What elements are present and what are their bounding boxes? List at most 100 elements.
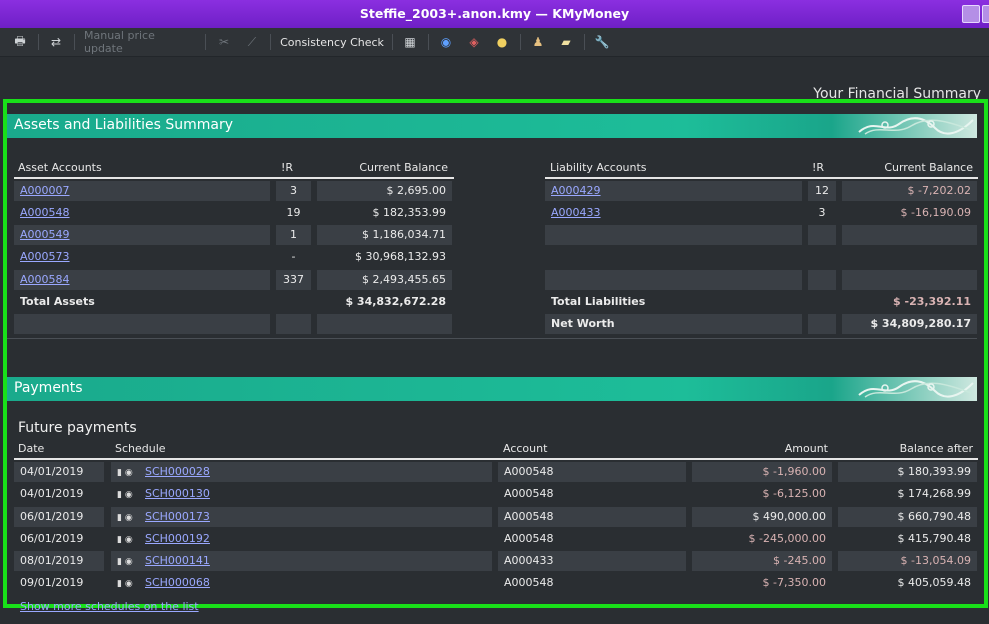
asset-row-ir: - — [291, 250, 296, 263]
total-assets-value: $ 34,832,672.28 — [345, 295, 446, 308]
asset-accounts-header: Asset Accounts — [18, 161, 102, 174]
asset-row-name[interactable]: A000007 — [14, 181, 270, 201]
payments-section-title: Payments — [14, 380, 83, 396]
asset-row-balance: $ 1,186,034.71 — [317, 225, 452, 245]
settings-icon[interactable]: 🔧 — [592, 32, 612, 52]
ornament-icon — [858, 117, 974, 135]
total-liabilities-value: $ -23,392.11 — [893, 295, 971, 308]
schedule-type-icon: ▮ ◉ — [117, 557, 133, 567]
total-assets-label: Total Assets — [20, 295, 95, 308]
asset-row-name[interactable]: A000584 — [14, 270, 270, 290]
empty-cell — [545, 270, 802, 290]
security-icon[interactable]: ◈ — [464, 32, 484, 52]
net-worth-value: $ 34,809,280.17 — [842, 314, 977, 334]
currency-icon[interactable]: ◉ — [436, 32, 456, 52]
account-header: Account — [503, 442, 548, 455]
liability-header-divider — [545, 177, 978, 179]
liability-ir-header: !R — [812, 161, 825, 174]
maximize-button[interactable] — [982, 5, 989, 23]
assets-section-title: Assets and Liabilities Summary — [14, 117, 234, 133]
payee-icon[interactable]: ♟ — [528, 32, 548, 52]
payment-row-schedule[interactable]: ▮ ◉ SCH000068 — [111, 573, 492, 593]
empty-cell — [842, 270, 977, 290]
payment-row-date: 04/01/2019 — [14, 462, 104, 482]
asset-row-name[interactable]: A000548 — [14, 203, 270, 223]
asset-ir-header: !R — [281, 161, 294, 174]
calculator-icon[interactable]: ▦ — [400, 32, 420, 52]
manual-price-update-button[interactable]: Manual price update — [84, 29, 196, 55]
asset-row-balance: $ 2,695.00 — [317, 181, 452, 201]
asset-row-balance: $ 2,493,455.65 — [317, 270, 452, 290]
payment-row-account: A000548 — [504, 532, 554, 545]
schedule-type-icon: ▮ ◉ — [117, 468, 133, 478]
split-icon[interactable]: ✂ — [214, 32, 234, 52]
chart-icon[interactable]: ⟋ — [242, 32, 262, 52]
payment-row-amount: $ 490,000.00 — [692, 507, 832, 527]
liability-accounts-header: Liability Accounts — [550, 161, 647, 174]
payment-row-account: A000548 — [504, 576, 554, 589]
payment-row-schedule[interactable]: ▮ ◉ SCH000130 — [111, 484, 492, 504]
search-icon[interactable]: ● — [492, 32, 512, 52]
payment-row-balance: $ 415,790.48 — [897, 532, 971, 545]
total-liabilities-label: Total Liabilities — [551, 295, 646, 308]
payment-row-schedule[interactable]: ▮ ◉ SCH000141 — [111, 551, 492, 571]
asset-row-ir: 3 — [276, 181, 311, 201]
liability-row-balance: $ -16,190.09 — [900, 206, 971, 219]
update-prices-icon[interactable]: ⇄ — [46, 32, 66, 52]
payment-row-balance: $ 405,059.48 — [897, 576, 971, 589]
ornament-icon — [858, 380, 974, 398]
net-worth-label: Net Worth — [545, 314, 802, 334]
toolbar-separator — [392, 34, 393, 50]
empty-cell — [545, 225, 802, 245]
toolbar-separator — [520, 34, 521, 50]
liability-row-name[interactable]: A000433 — [545, 203, 802, 223]
payment-row-amount: $ -245.00 — [692, 551, 832, 571]
title-bar: Steffie_2003+.anon.kmy — KMyMoney — [0, 0, 989, 29]
liability-row-ir: 12 — [808, 181, 836, 201]
asset-row-ir: 337 — [276, 270, 311, 290]
edit-icon[interactable]: ▰ — [556, 32, 576, 52]
payment-row-account: A000548 — [498, 507, 686, 527]
toolbar-separator — [270, 34, 271, 50]
balance-after-header: Balance after — [899, 442, 973, 455]
toolbar-separator — [428, 34, 429, 50]
window-title: Steffie_2003+.anon.kmy — KMyMoney — [359, 6, 630, 21]
future-payments-title: Future payments — [18, 420, 137, 436]
liability-row-ir: 3 — [818, 206, 826, 219]
assets-section-header: Assets and Liabilities Summary — [7, 114, 977, 138]
payments-section-header: Payments — [7, 377, 977, 401]
payment-row-date: 09/01/2019 — [20, 576, 84, 589]
print-icon[interactable]: 🖶 — [10, 32, 30, 52]
toolbar-separator — [74, 34, 75, 50]
payment-row-date: 08/01/2019 — [14, 551, 104, 571]
payment-row-schedule[interactable]: ▮ ◉ SCH000028 — [111, 462, 492, 482]
empty-cell — [842, 225, 977, 245]
asset-row-name[interactable]: A000549 — [14, 225, 270, 245]
asset-row-name[interactable]: A000573 — [14, 247, 270, 267]
empty-cell — [808, 314, 836, 334]
payment-row-amount: $ -245,000.00 — [748, 532, 826, 545]
asset-row-ir: 1 — [276, 225, 311, 245]
payments-header-divider — [14, 458, 978, 460]
payment-row-date: 04/01/2019 — [20, 487, 84, 500]
toolbar-separator — [38, 34, 39, 50]
toolbar-separator — [584, 34, 585, 50]
asset-row-ir: 19 — [286, 206, 301, 219]
asset-balance-header: Current Balance — [359, 161, 448, 174]
payment-row-schedule[interactable]: ▮ ◉ SCH000173 — [111, 507, 492, 527]
date-header: Date — [18, 442, 45, 455]
empty-cell — [317, 314, 452, 334]
consistency-check-button[interactable]: Consistency Check — [280, 32, 384, 52]
show-more-schedules-link[interactable]: Show more schedules on the list — [20, 600, 199, 613]
payment-row-schedule[interactable]: ▮ ◉ SCH000192 — [111, 529, 492, 549]
liability-row-name[interactable]: A000429 — [545, 181, 802, 201]
payment-row-amount: $ -1,960.00 — [692, 462, 832, 482]
payment-row-amount: $ -7,350.00 — [762, 576, 826, 589]
payment-row-balance: $ -13,054.09 — [838, 551, 977, 571]
liability-balance-header: Current Balance — [884, 161, 973, 174]
payment-row-date: 06/01/2019 — [14, 507, 104, 527]
minimize-button[interactable] — [962, 5, 980, 23]
payment-row-date: 06/01/2019 — [20, 532, 84, 545]
amount-header: Amount — [784, 442, 828, 455]
toolbar: 🖶 ⇄ Manual price update ✂ ⟋ Consistency … — [0, 28, 989, 57]
